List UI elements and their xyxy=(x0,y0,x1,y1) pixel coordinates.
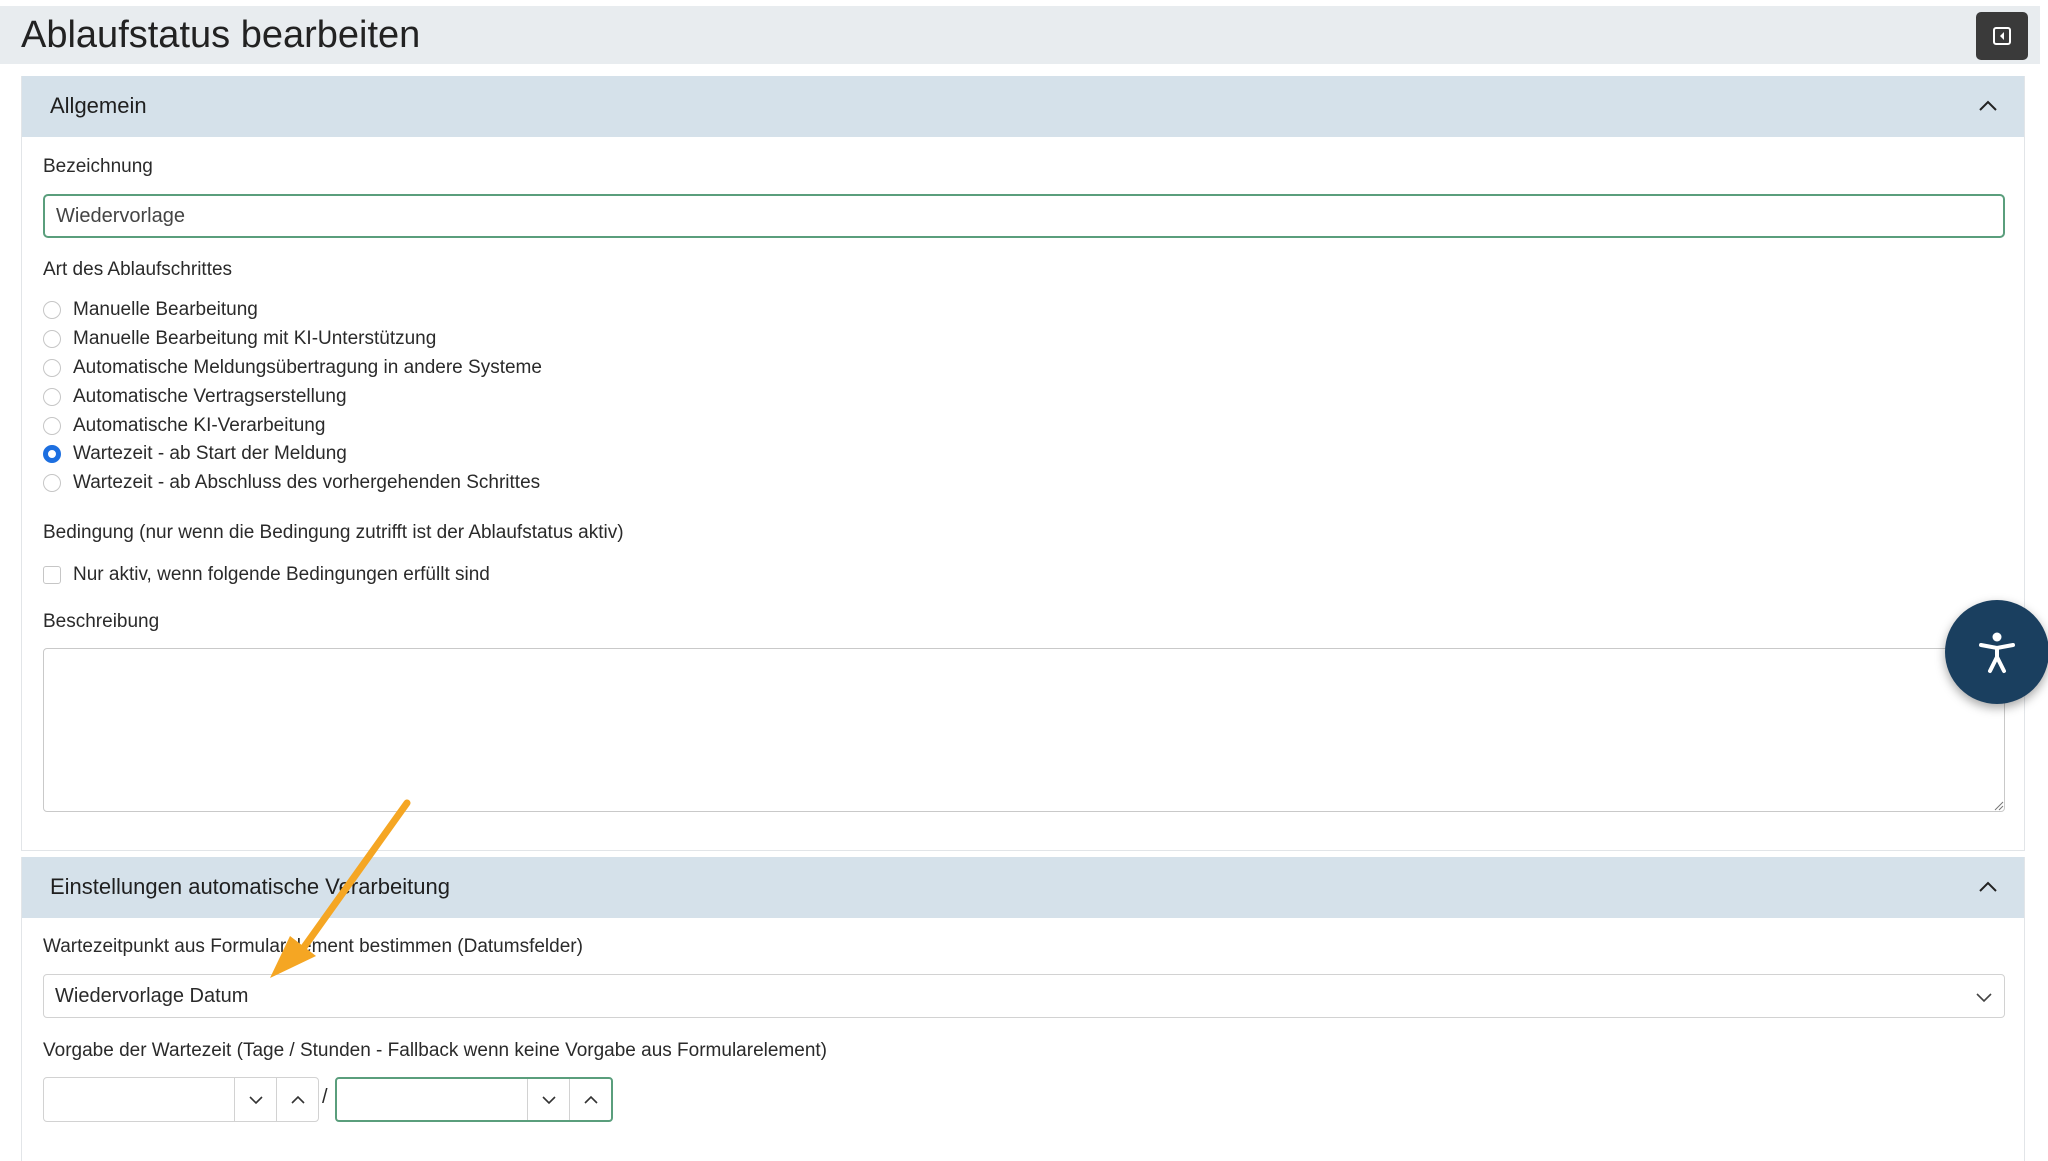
radio-manual[interactable]: Manuelle Bearbeitung xyxy=(43,298,258,322)
general-card: Allgemein Bezeichnung Wiedervorlage Art … xyxy=(21,76,2025,851)
default-wait-label: Vorgabe der Wartezeit (Tage / Stunden - … xyxy=(43,1040,827,1061)
auto-section-header[interactable]: Einstellungen automatische Verarbeitung xyxy=(22,857,2024,918)
general-section-header[interactable]: Allgemein xyxy=(22,76,2024,137)
radio-wait-previous[interactable]: Wartezeit - ab Abschluss des vorhergehen… xyxy=(43,471,540,495)
chevron-up-icon xyxy=(1979,100,1997,111)
auto-settings-card: Einstellungen automatische Verarbeitung … xyxy=(21,857,2025,1161)
general-section-title: Allgemein xyxy=(50,93,147,118)
auto-section-title: Einstellungen automatische Verarbeitung xyxy=(50,874,450,899)
radio-button[interactable] xyxy=(43,301,61,319)
radio-wait-start[interactable]: Wartezeit - ab Start der Meldung xyxy=(43,442,347,466)
wait-point-select[interactable]: Wiedervorlage Datum xyxy=(43,974,2005,1018)
condition-checkbox-row[interactable]: Nur aktiv, wenn folgende Bedingungen erf… xyxy=(43,563,490,587)
chevron-up-icon xyxy=(290,1095,305,1104)
radio-label: Wartezeit - ab Abschluss des vorhergehen… xyxy=(73,472,541,493)
radio-auto-contract[interactable]: Automatische Vertragserstellung xyxy=(43,385,347,409)
accessibility-button[interactable] xyxy=(1945,600,2048,704)
name-label: Bezeichnung xyxy=(43,156,153,177)
description-label: Beschreibung xyxy=(43,611,160,632)
description-textarea[interactable] xyxy=(43,648,2005,812)
radio-manual-ki[interactable]: Manuelle Bearbeitung mit KI-Unterstützun… xyxy=(43,327,436,351)
chevron-down-icon xyxy=(248,1095,263,1104)
hours-decrement-button[interactable] xyxy=(527,1079,569,1120)
chevron-down-icon xyxy=(541,1095,556,1104)
hours-stepper[interactable] xyxy=(335,1077,613,1122)
chevron-up-icon xyxy=(583,1095,598,1104)
days-increment-button[interactable] xyxy=(276,1078,318,1121)
hours-input[interactable] xyxy=(337,1079,527,1120)
radio-button[interactable] xyxy=(43,359,61,377)
page-title: Ablaufstatus bearbeiten xyxy=(21,14,421,56)
radio-auto-ki[interactable]: Automatische KI-Verarbeitung xyxy=(43,414,325,438)
condition-label: Bedingung (nur wenn die Bedingung zutrif… xyxy=(43,522,624,543)
radio-label: Automatische Vertragserstellung xyxy=(73,386,347,407)
chevron-up-icon xyxy=(1979,881,1997,892)
radio-label: Automatische KI-Verarbeitung xyxy=(73,415,326,436)
radio-auto-transfer[interactable]: Automatische Meldungsübertragung in ande… xyxy=(43,356,542,380)
radio-label: Manuelle Bearbeitung mit KI-Unterstützun… xyxy=(73,328,437,349)
wait-point-label: Wartezeitpunkt aus Formularelement besti… xyxy=(43,936,583,957)
panel-collapse-icon xyxy=(1993,27,2011,45)
days-stepper[interactable] xyxy=(43,1077,319,1122)
condition-checkbox[interactable] xyxy=(43,566,61,584)
radio-label: Wartezeit - ab Start der Meldung xyxy=(73,443,347,464)
radio-button[interactable] xyxy=(43,388,61,406)
days-decrement-button[interactable] xyxy=(234,1078,276,1121)
name-input[interactable]: Wiedervorlage xyxy=(43,194,2005,238)
resize-grip-icon[interactable] xyxy=(1994,801,2004,811)
radio-button[interactable] xyxy=(43,417,61,435)
radio-label: Manuelle Bearbeitung xyxy=(73,299,258,320)
hours-increment-button[interactable] xyxy=(569,1079,611,1120)
panel-collapse-button[interactable] xyxy=(1976,12,2028,60)
radio-label: Automatische Meldungsübertragung in ande… xyxy=(73,357,542,378)
radio-button[interactable] xyxy=(43,474,61,492)
type-label: Art des Ablaufschrittes xyxy=(43,259,233,280)
stepper-separator: / xyxy=(322,1086,328,1108)
radio-button-checked[interactable] xyxy=(43,445,61,463)
days-input[interactable] xyxy=(44,1078,234,1121)
radio-button[interactable] xyxy=(43,330,61,348)
accessibility-icon xyxy=(1979,632,2015,673)
chevron-down-icon xyxy=(1976,993,1992,1003)
page-header: Ablaufstatus bearbeiten xyxy=(0,6,2040,64)
wait-point-value: Wiedervorlage Datum xyxy=(55,985,249,1007)
condition-checkbox-label: Nur aktiv, wenn folgende Bedingungen erf… xyxy=(73,564,490,585)
